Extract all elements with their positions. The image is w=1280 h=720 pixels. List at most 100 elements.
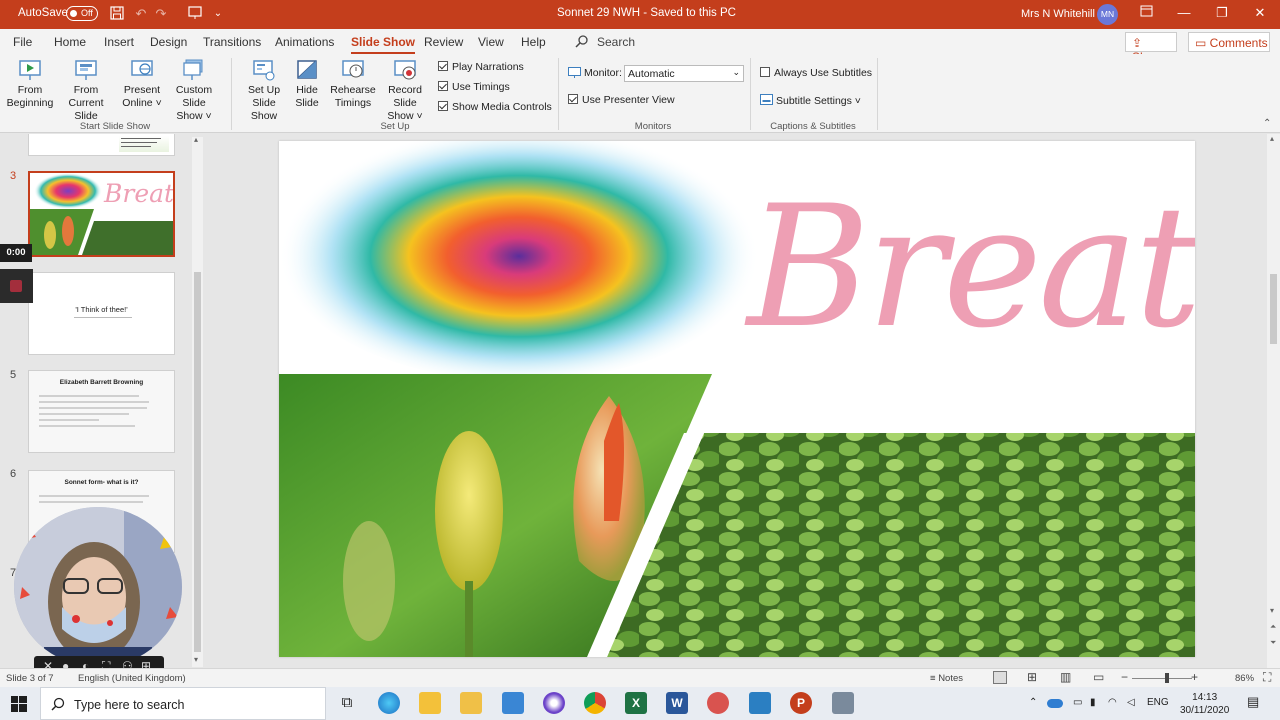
mail-icon[interactable] — [502, 692, 524, 714]
always-use-subtitles-checkbox[interactable]: Always Use Subtitles — [760, 67, 872, 79]
scrollbar-thumb[interactable] — [1270, 274, 1277, 344]
minimize-icon[interactable]: — — [1174, 5, 1194, 20]
tab-home[interactable]: Home — [54, 35, 86, 49]
from-current-slide-button[interactable]: From Current Slide — [56, 58, 116, 123]
taskbar-clock[interactable]: 14:13 30/11/2020 — [1180, 691, 1229, 717]
tab-design[interactable]: Design — [150, 35, 187, 49]
from-beginning-button[interactable]: From Beginning — [6, 58, 54, 110]
store-icon[interactable] — [460, 692, 482, 714]
taskbar-search[interactable]: Type here to search — [40, 687, 326, 720]
record-slide-show-button[interactable]: Record Slide Show ˅ — [376, 58, 434, 123]
network-icon[interactable]: ▭ — [1073, 697, 1082, 708]
slide-show-view-icon[interactable]: ▭ — [1093, 670, 1104, 684]
current-slide[interactable]: Breathe — [279, 141, 1195, 657]
slide-thumbnail-2[interactable] — [28, 134, 175, 156]
slide-thumbnail-3[interactable]: Breathe — [28, 171, 175, 257]
battery-icon[interactable]: ▮ — [1090, 697, 1096, 708]
slide-counter: Slide 3 of 7 — [6, 673, 54, 684]
task-view-icon[interactable]: ⧉ — [336, 692, 358, 714]
tab-animations[interactable]: Animations — [275, 35, 334, 49]
scroll-down-icon[interactable]: ▾ — [194, 655, 198, 664]
chrome-icon[interactable] — [584, 692, 606, 714]
snipping-icon[interactable] — [707, 692, 729, 714]
excel-icon[interactable]: X — [625, 692, 647, 714]
slide-thumbnail-4[interactable]: 'I Think of thee!' — [28, 272, 175, 355]
group-label-captions: Captions & Subtitles — [770, 121, 856, 132]
scroll-up-icon[interactable]: ▴ — [1270, 134, 1274, 143]
notifications-icon[interactable]: ▤ — [1247, 694, 1259, 710]
wifi-icon[interactable]: ◠ — [1108, 697, 1117, 708]
search-icon[interactable] — [575, 34, 589, 48]
tab-file[interactable]: File — [13, 35, 32, 49]
restore-icon[interactable]: ❐ — [1212, 5, 1232, 21]
next-slide-icon[interactable]: ⏷ — [1270, 638, 1276, 648]
user-name[interactable]: Mrs N Whitehill — [1021, 8, 1095, 20]
reading-view-icon[interactable]: ▥ — [1060, 670, 1071, 684]
ribbon-display-options-icon[interactable] — [1136, 5, 1156, 20]
notes-button[interactable]: ≡ Notes — [930, 673, 963, 684]
volume-icon[interactable]: ◁ — [1127, 697, 1135, 708]
show-hidden-icons-icon[interactable]: ⌃ — [1029, 697, 1037, 708]
powerpoint-icon[interactable]: P — [790, 692, 812, 714]
ribbon-tabs: File Home Insert Design Transitions Anim… — [0, 29, 1280, 55]
camera-icon[interactable] — [832, 692, 854, 714]
windows-start-icon[interactable] — [11, 696, 27, 712]
canvas-scrollbar[interactable]: ▴ ▾ ⏶ ⏷ — [1267, 134, 1280, 668]
close-icon[interactable]: ✕ — [1250, 5, 1270, 21]
play-narrations-checkbox[interactable]: Play Narrations — [438, 61, 524, 73]
custom-slide-show-button[interactable]: Custom Slide Show ˅ — [163, 58, 225, 123]
tab-transitions[interactable]: Transitions — [203, 35, 261, 49]
rehearse-timings-button[interactable]: Rehearse Timings — [330, 58, 376, 110]
undo-icon[interactable]: ↶ — [133, 6, 149, 22]
tab-view[interactable]: View — [478, 35, 504, 49]
hide-slide-button[interactable]: Hide Slide — [290, 58, 324, 110]
redo-icon[interactable]: ↷ — [153, 6, 169, 22]
subtitle-settings-button[interactable]: Subtitle Settings ˅ — [760, 94, 861, 107]
app-icon[interactable] — [543, 692, 565, 714]
tab-review[interactable]: Review — [424, 35, 463, 49]
stop-recording-button[interactable] — [0, 269, 33, 303]
slide-title-breathe[interactable]: Breathe — [747, 147, 1195, 387]
autosave-toggle[interactable]: Off — [66, 6, 98, 21]
scroll-down-icon[interactable]: ▾ — [1270, 606, 1274, 615]
presenter-view-checkbox[interactable]: Use Presenter View — [568, 94, 675, 106]
customize-toolbar-icon[interactable]: ⌄ — [210, 6, 226, 22]
comments-button[interactable]: ▭ Comments — [1188, 32, 1270, 52]
zoom-in-icon[interactable]: + — [1191, 670, 1198, 684]
monitor-dropdown[interactable]: Automatic ⌄ — [624, 65, 744, 82]
slide-sorter-icon[interactable]: ⊞ — [1027, 670, 1037, 684]
slide-thumbnail-5[interactable]: Elizabeth Barrett Browning — [28, 370, 175, 453]
tab-help[interactable]: Help — [521, 35, 546, 49]
word-icon[interactable]: W — [666, 692, 688, 714]
previous-slide-icon[interactable]: ⏶ — [1270, 622, 1276, 632]
fit-to-window-icon[interactable]: ⛶ — [1263, 670, 1271, 685]
search-box[interactable]: Search — [597, 35, 635, 49]
edge-icon[interactable] — [378, 692, 400, 714]
tab-slide-show[interactable]: Slide Show — [351, 35, 416, 55]
zoom-level[interactable]: 86% — [1235, 673, 1254, 684]
input-language[interactable]: ENG — [1147, 697, 1169, 708]
zoom-out-icon[interactable]: − — [1121, 670, 1128, 684]
show-media-controls-checkbox[interactable]: Show Media Controls — [438, 101, 552, 113]
zoom-slider[interactable] — [1132, 678, 1192, 679]
set-up-slide-show-button[interactable]: Set Up Slide Show — [238, 58, 290, 123]
language-indicator[interactable]: English (United Kingdom) — [78, 673, 186, 684]
thumbnail-text-line — [39, 501, 143, 503]
use-timings-checkbox[interactable]: Use Timings — [438, 81, 510, 93]
onedrive-icon[interactable] — [1047, 699, 1063, 708]
scrollbar-thumb[interactable] — [194, 272, 201, 652]
scroll-up-icon[interactable]: ▴ — [194, 135, 198, 144]
avatar[interactable]: MN — [1097, 4, 1118, 25]
file-explorer-icon[interactable] — [419, 692, 441, 714]
thumbnail-scrollbar[interactable]: ▴ ▾ — [192, 135, 203, 667]
collapse-ribbon-icon[interactable]: ⌃ — [1263, 118, 1271, 129]
share-button[interactable]: ⇪ Share — [1125, 32, 1177, 64]
photos-icon[interactable] — [749, 692, 771, 714]
start-from-beginning-icon[interactable] — [187, 6, 203, 22]
present-online-button[interactable]: Present Online ˅ — [121, 58, 163, 110]
from-beginning-icon — [19, 60, 41, 80]
save-icon[interactable] — [109, 6, 125, 22]
normal-view-icon[interactable] — [993, 671, 1007, 684]
zoom-slider-thumb[interactable] — [1165, 673, 1169, 683]
tab-insert[interactable]: Insert — [104, 35, 134, 49]
